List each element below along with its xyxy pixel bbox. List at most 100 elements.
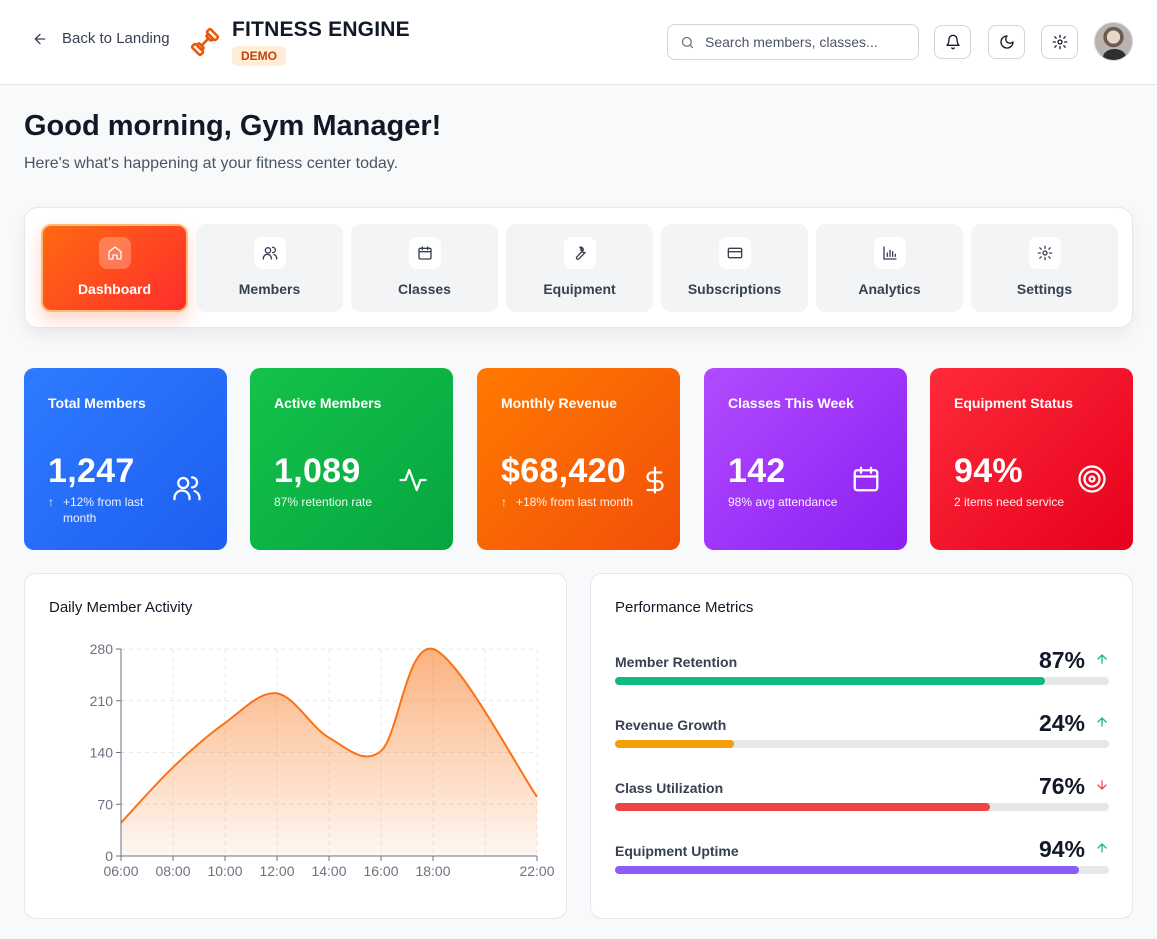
users-icon [173, 476, 201, 501]
users-icon [262, 246, 277, 260]
brand-name: FITNESS ENGINE [232, 18, 410, 41]
tab-label: Members [238, 281, 301, 297]
stat-subtext: ↑ +12% from last month [48, 494, 158, 526]
search-box[interactable] [667, 24, 919, 60]
tab-label: Settings [1016, 281, 1073, 297]
stat-card-active-members: Active Members 1,089 87% retention rate [250, 368, 453, 550]
stat-value: 1,247 [48, 452, 135, 490]
arrow-up-icon [1097, 843, 1107, 853]
metric-value: 94% [1038, 836, 1085, 862]
arrow-left-icon [34, 33, 46, 44]
activity-area [121, 648, 537, 856]
top-header: Back to Landing FITNESS ENGINE DEMO [0, 0, 1157, 85]
tab-label: Equipment [543, 281, 616, 297]
panel-title: Performance Metrics [615, 599, 754, 616]
stat-card-monthly-revenue: Monthly Revenue $68,420 ↑ +18% from last… [477, 368, 680, 550]
stat-card-classes-this-week: Classes This Week 142 98% avg attendance [704, 368, 907, 550]
x-tick-label: 16:00 [363, 863, 398, 879]
calendar-icon [417, 246, 432, 260]
arrow-up-icon [1097, 654, 1107, 664]
target-icon [1078, 465, 1106, 493]
tab-subscriptions[interactable]: Subscriptions [661, 224, 808, 312]
y-tick-label: 0 [105, 848, 113, 864]
stat-title: Active Members [274, 395, 382, 411]
stat-value: 142 [728, 452, 786, 490]
metric-value: 87% [1038, 647, 1085, 673]
moon-icon [999, 35, 1014, 49]
metric-progress-fill [615, 866, 1080, 874]
stat-subtext-label: +12% from last month [63, 495, 144, 525]
dollar-icon [646, 466, 664, 494]
tab-members[interactable]: Members [196, 224, 343, 312]
bar-chart-icon [882, 246, 897, 260]
tab-settings[interactable]: Settings [971, 224, 1118, 312]
main-tabs: Dashboard Members Classes Equipment Subs… [24, 207, 1133, 328]
metric-progress-fill [615, 803, 991, 811]
daily-activity-panel: Daily Member Activity 0 70 140 210 280 06:00 0… [24, 573, 567, 919]
demo-badge: DEMO [232, 46, 286, 66]
stat-subtext: 2 items need service [954, 495, 1065, 509]
arrow-up-icon: ↑ [501, 495, 507, 509]
activity-icon [399, 468, 427, 492]
metric-value: 24% [1038, 710, 1085, 736]
stat-value: 1,089 [274, 452, 361, 490]
tab-equipment[interactable]: Equipment [506, 224, 653, 312]
stat-value: $68,420 [501, 452, 627, 490]
y-tick-label: 280 [90, 641, 114, 657]
x-tick-label: 12:00 [259, 863, 294, 879]
theme-toggle-button[interactable] [988, 25, 1025, 59]
performance-metrics-panel: Performance Metrics Member Retention 87% R… [590, 573, 1133, 919]
metric-label: Revenue Growth [615, 717, 727, 733]
arrow-up-icon: ↑ [48, 495, 54, 509]
notifications-button[interactable] [934, 25, 971, 59]
metric-label: Member Retention [615, 654, 738, 670]
tab-label: Analytics [858, 281, 921, 297]
y-tick-label: 70 [97, 796, 113, 812]
stat-card-total-members: Total Members 1,247 ↑ +12% from last mon… [24, 368, 227, 550]
stat-title: Classes This Week [728, 395, 854, 411]
stat-title: Total Members [48, 395, 146, 411]
stat-title: Monthly Revenue [501, 395, 617, 411]
y-tick-label: 210 [90, 693, 114, 709]
gear-icon [1052, 34, 1067, 50]
y-tick-label: 140 [90, 745, 114, 761]
wrench-icon [575, 246, 586, 260]
arrow-down-icon [1097, 780, 1107, 790]
metric-progress-track [615, 803, 1109, 811]
gear-icon [1037, 245, 1052, 261]
home-icon [107, 246, 122, 260]
x-tick-label: 14:00 [311, 863, 346, 879]
stat-value: 94% [954, 452, 1023, 490]
metric-progress-fill [615, 740, 734, 748]
dumbbell-icon [190, 27, 220, 57]
page-title: Good morning, Gym Manager! [24, 110, 442, 142]
tab-analytics[interactable]: Analytics [816, 224, 963, 312]
metric-label: Class Utilization [615, 780, 724, 796]
settings-button[interactable] [1041, 25, 1078, 59]
arrow-up-icon [1097, 717, 1107, 727]
metric-progress-fill [615, 677, 1045, 685]
tab-classes[interactable]: Classes [351, 224, 498, 312]
tab-label: Subscriptions [687, 281, 782, 297]
bell-icon [945, 34, 960, 50]
x-tick-label: 18:00 [415, 863, 450, 879]
user-avatar[interactable] [1094, 22, 1133, 61]
stat-title: Equipment Status [954, 395, 1074, 411]
back-label: Back to Landing [62, 30, 170, 47]
calendar-icon [853, 466, 879, 492]
tab-label: Dashboard [77, 281, 152, 297]
stat-subtext: ↑ +18% from last month [501, 494, 633, 510]
stat-subtext-label: +18% from last month [516, 495, 634, 509]
credit-card-icon [727, 247, 742, 259]
tab-dashboard[interactable]: Dashboard [41, 224, 188, 312]
search-input[interactable] [705, 34, 905, 50]
x-tick-label: 08:00 [155, 863, 190, 879]
metric-progress-track [615, 740, 1109, 748]
metric-progress-track [615, 677, 1109, 685]
x-tick-label: 10:00 [207, 863, 242, 879]
stat-card-equipment-status: Equipment Status 94% 2 items need servic… [930, 368, 1133, 550]
tab-label: Classes [398, 281, 451, 297]
metric-progress-track [615, 866, 1109, 874]
back-to-landing-link[interactable]: Back to Landing [32, 30, 170, 47]
search-icon [681, 36, 694, 48]
